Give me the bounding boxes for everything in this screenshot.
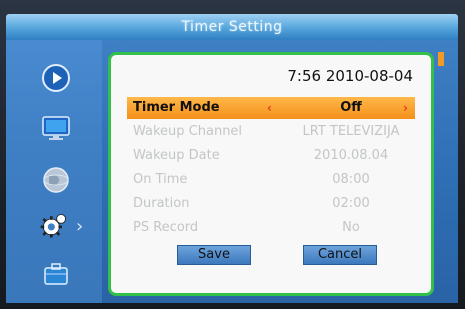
window-title: Timer Setting — [6, 14, 458, 40]
monitor-icon[interactable] — [40, 112, 72, 144]
row-value: Off — [340, 100, 362, 115]
row-label: PS Record — [133, 220, 199, 235]
save-button[interactable]: Save — [177, 245, 251, 265]
scroll-indicator — [438, 52, 444, 66]
row-value: 08:00 — [332, 172, 370, 187]
timer-mode-row[interactable]: Timer Mode ‹ Off › — [127, 97, 415, 119]
ps-record-row[interactable]: PS Record No — [127, 217, 415, 239]
chevron-right-icon: › — [76, 216, 84, 237]
row-label: Timer Mode — [133, 100, 220, 115]
on-time-row[interactable]: On Time 08:00 — [127, 169, 415, 191]
row-value: LRT TELEVIZIJA — [302, 124, 400, 139]
gear-icon[interactable] — [38, 210, 70, 242]
tv-screen: Timer Setting › 7:56 2010-08-04 Timer Mo… — [0, 0, 465, 309]
row-value: No — [342, 220, 360, 235]
row-label: On Time — [133, 172, 188, 187]
play-icon[interactable] — [40, 62, 72, 94]
arrow-right-icon[interactable]: › — [403, 97, 408, 119]
globe-icon[interactable] — [40, 164, 72, 196]
row-label: Duration — [133, 196, 190, 211]
wakeup-date-row[interactable]: Wakeup Date 2010.08.04 — [127, 145, 415, 167]
duration-row[interactable]: Duration 02:00 — [127, 193, 415, 215]
row-label: Wakeup Date — [133, 148, 220, 163]
timer-settings-box: 7:56 2010-08-04 Timer Mode ‹ Off › Wakeu… — [108, 52, 434, 296]
arrow-left-icon[interactable]: ‹ — [267, 97, 272, 119]
clock-display: 7:56 2010-08-04 — [287, 67, 413, 85]
row-value: 2010.08.04 — [313, 148, 389, 163]
row-value: 02:00 — [332, 196, 370, 211]
briefcase-icon[interactable] — [40, 258, 72, 290]
wakeup-channel-row[interactable]: Wakeup Channel LRT TELEVIZIJA — [127, 121, 415, 143]
cancel-button[interactable]: Cancel — [303, 245, 377, 265]
row-label: Wakeup Channel — [133, 124, 243, 139]
